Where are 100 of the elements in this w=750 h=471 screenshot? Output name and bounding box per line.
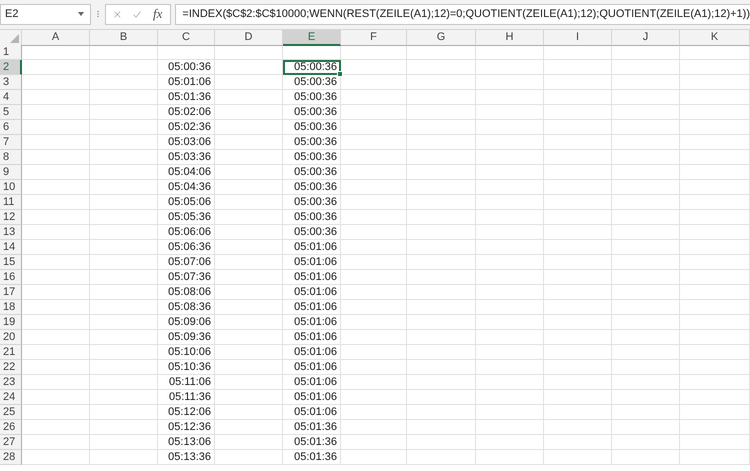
row-header[interactable]: 8 (0, 150, 22, 165)
column-header[interactable]: J (612, 30, 680, 46)
table-cell-text: 05:00:36 (293, 135, 338, 150)
grip-icon (97, 9, 100, 19)
table-cell-text: 05:01:06 (293, 315, 338, 330)
table-cell-text: 05:01:06 (293, 405, 338, 420)
table-cell-text: 05:08:06 (167, 285, 212, 300)
table-cell-text: 05:08:36 (167, 300, 212, 315)
column-header[interactable]: G (407, 30, 476, 46)
table-cell-text: 05:05:06 (167, 195, 212, 210)
table-cell-text: 05:00:36 (167, 60, 212, 75)
table-cell-text: 05:06:06 (167, 225, 212, 240)
table-cell-text: 05:07:06 (167, 255, 212, 270)
row-header[interactable]: 3 (0, 75, 22, 90)
row-header[interactable]: 14 (0, 240, 22, 255)
row-header[interactable]: 16 (0, 270, 22, 285)
column-header[interactable]: K (680, 30, 750, 46)
table-cell-text: 05:00:36 (293, 165, 338, 180)
checkmark-icon[interactable] (133, 8, 142, 20)
row-header[interactable]: 26 (0, 420, 22, 435)
row-header[interactable]: 2 (0, 60, 22, 75)
row-header[interactable]: 7 (0, 135, 22, 150)
table-cell-text: 05:07:36 (167, 270, 212, 285)
table-cell-text: 05:03:06 (167, 135, 212, 150)
cancel-icon[interactable] (114, 8, 122, 20)
table-cell-text: 05:01:06 (167, 75, 212, 90)
table-cell-text: 05:00:36 (293, 210, 338, 225)
row-header[interactable]: 20 (0, 330, 22, 345)
row-header[interactable]: 6 (0, 120, 22, 135)
formula-field[interactable]: =INDEX($C$2:$C$10000;WENN(REST(ZEILE(A1);12)=0;QUOTIENT(ZEILE(A1);12);QUOTIENT(ZEILE(A1);12)+1)) (175, 4, 750, 24)
table-cell-text: 05:00:36 (293, 225, 338, 240)
row-header[interactable]: 23 (0, 375, 22, 390)
table-cell-text: 05:06:36 (167, 240, 212, 255)
column-header[interactable]: D (215, 30, 283, 46)
table-cell-text: 05:02:06 (167, 105, 212, 120)
table-cell-text: 05:00:36 (293, 90, 338, 105)
row-header[interactable]: 28 (0, 450, 22, 465)
table-cell-text: 05:04:06 (167, 165, 212, 180)
table-cell-text: 05:00:36 (293, 75, 338, 90)
column-header[interactable]: H (476, 30, 544, 46)
row-header[interactable]: 15 (0, 255, 22, 270)
table-cell-text: 05:00:36 (293, 195, 338, 210)
table-cell-text: 05:00:36 (293, 120, 338, 135)
table-cell-text: 05:01:06 (293, 390, 338, 405)
row-header[interactable]: 1 (0, 45, 22, 60)
row-header[interactable]: 24 (0, 390, 22, 405)
row-header[interactable]: 18 (0, 300, 22, 315)
table-cell-text: 05:12:06 (167, 405, 212, 420)
row-header[interactable]: 5 (0, 105, 22, 120)
table-cell-text: 05:01:36 (293, 435, 338, 450)
table-cell-text: 05:10:36 (167, 360, 212, 375)
row-header[interactable]: 17 (0, 285, 22, 300)
row-header[interactable]: 9 (0, 165, 22, 180)
table-cell: 05:00:36 (283, 60, 341, 75)
row-header[interactable]: 11 (0, 195, 22, 210)
table-cell-text: 05:00:36 (293, 150, 338, 165)
row-header[interactable]: 27 (0, 435, 22, 450)
table-cell-text: 05:01:06 (293, 345, 338, 360)
table-cell-text: 05:10:06 (167, 345, 212, 360)
column-header[interactable]: E (283, 30, 341, 46)
table-cell-text: 05:01:36 (167, 90, 212, 105)
table-cell-text: 05:05:36 (167, 210, 212, 225)
column-header[interactable]: B (90, 30, 158, 46)
column-header[interactable]: C (158, 30, 215, 46)
name-box[interactable]: E2 (0, 4, 92, 24)
row-header[interactable]: 10 (0, 180, 22, 195)
row-header[interactable]: 21 (0, 345, 22, 360)
row-header[interactable]: 25 (0, 405, 22, 420)
table-cell-text: 05:01:06 (293, 240, 338, 255)
insert-function-button[interactable]: fx (153, 6, 162, 22)
row-header[interactable]: 12 (0, 210, 22, 225)
row-header[interactable]: 19 (0, 315, 22, 330)
table-cell-text: 05:04:36 (167, 180, 212, 195)
table-cell-text: 05:13:36 (167, 450, 212, 465)
row-header[interactable]: 4 (0, 90, 22, 105)
table-cell-text: 05:01:06 (293, 270, 338, 285)
table-cell-text: 05:09:06 (167, 315, 212, 330)
triangle-icon (10, 34, 19, 43)
table-cell-text: 05:01:36 (293, 450, 338, 465)
column-header[interactable]: A (22, 30, 90, 46)
table-cell-text: 05:01:06 (293, 330, 338, 345)
table-cell-text: 05:01:06 (293, 285, 338, 300)
table-cell-text: 05:00:36 (293, 105, 338, 120)
caret-icon[interactable] (78, 12, 84, 16)
row-header[interactable]: 13 (0, 225, 22, 240)
column-header[interactable]: F (341, 30, 407, 46)
table-cell-text: 05:01:06 (293, 255, 338, 270)
table-cell-text: 05:00:36 (293, 180, 338, 195)
fill-handle[interactable] (337, 71, 343, 77)
table-cell-text: 05:01:06 (293, 360, 338, 375)
table-cell-text: 05:03:36 (167, 150, 212, 165)
table-cell-text: 05:11:36 (168, 390, 212, 405)
row-header[interactable]: 22 (0, 360, 22, 375)
table-cell-text: 05:12:36 (167, 420, 212, 435)
table-cell-text: 05:01:36 (293, 420, 338, 435)
table-cell-text: 05:02:36 (167, 120, 212, 135)
table-cell-text: 05:01:06 (293, 300, 338, 315)
column-header[interactable]: I (544, 30, 612, 46)
table-cell-text: 05:09:36 (167, 330, 212, 345)
table-cell-text: 05:11:06 (168, 375, 212, 390)
